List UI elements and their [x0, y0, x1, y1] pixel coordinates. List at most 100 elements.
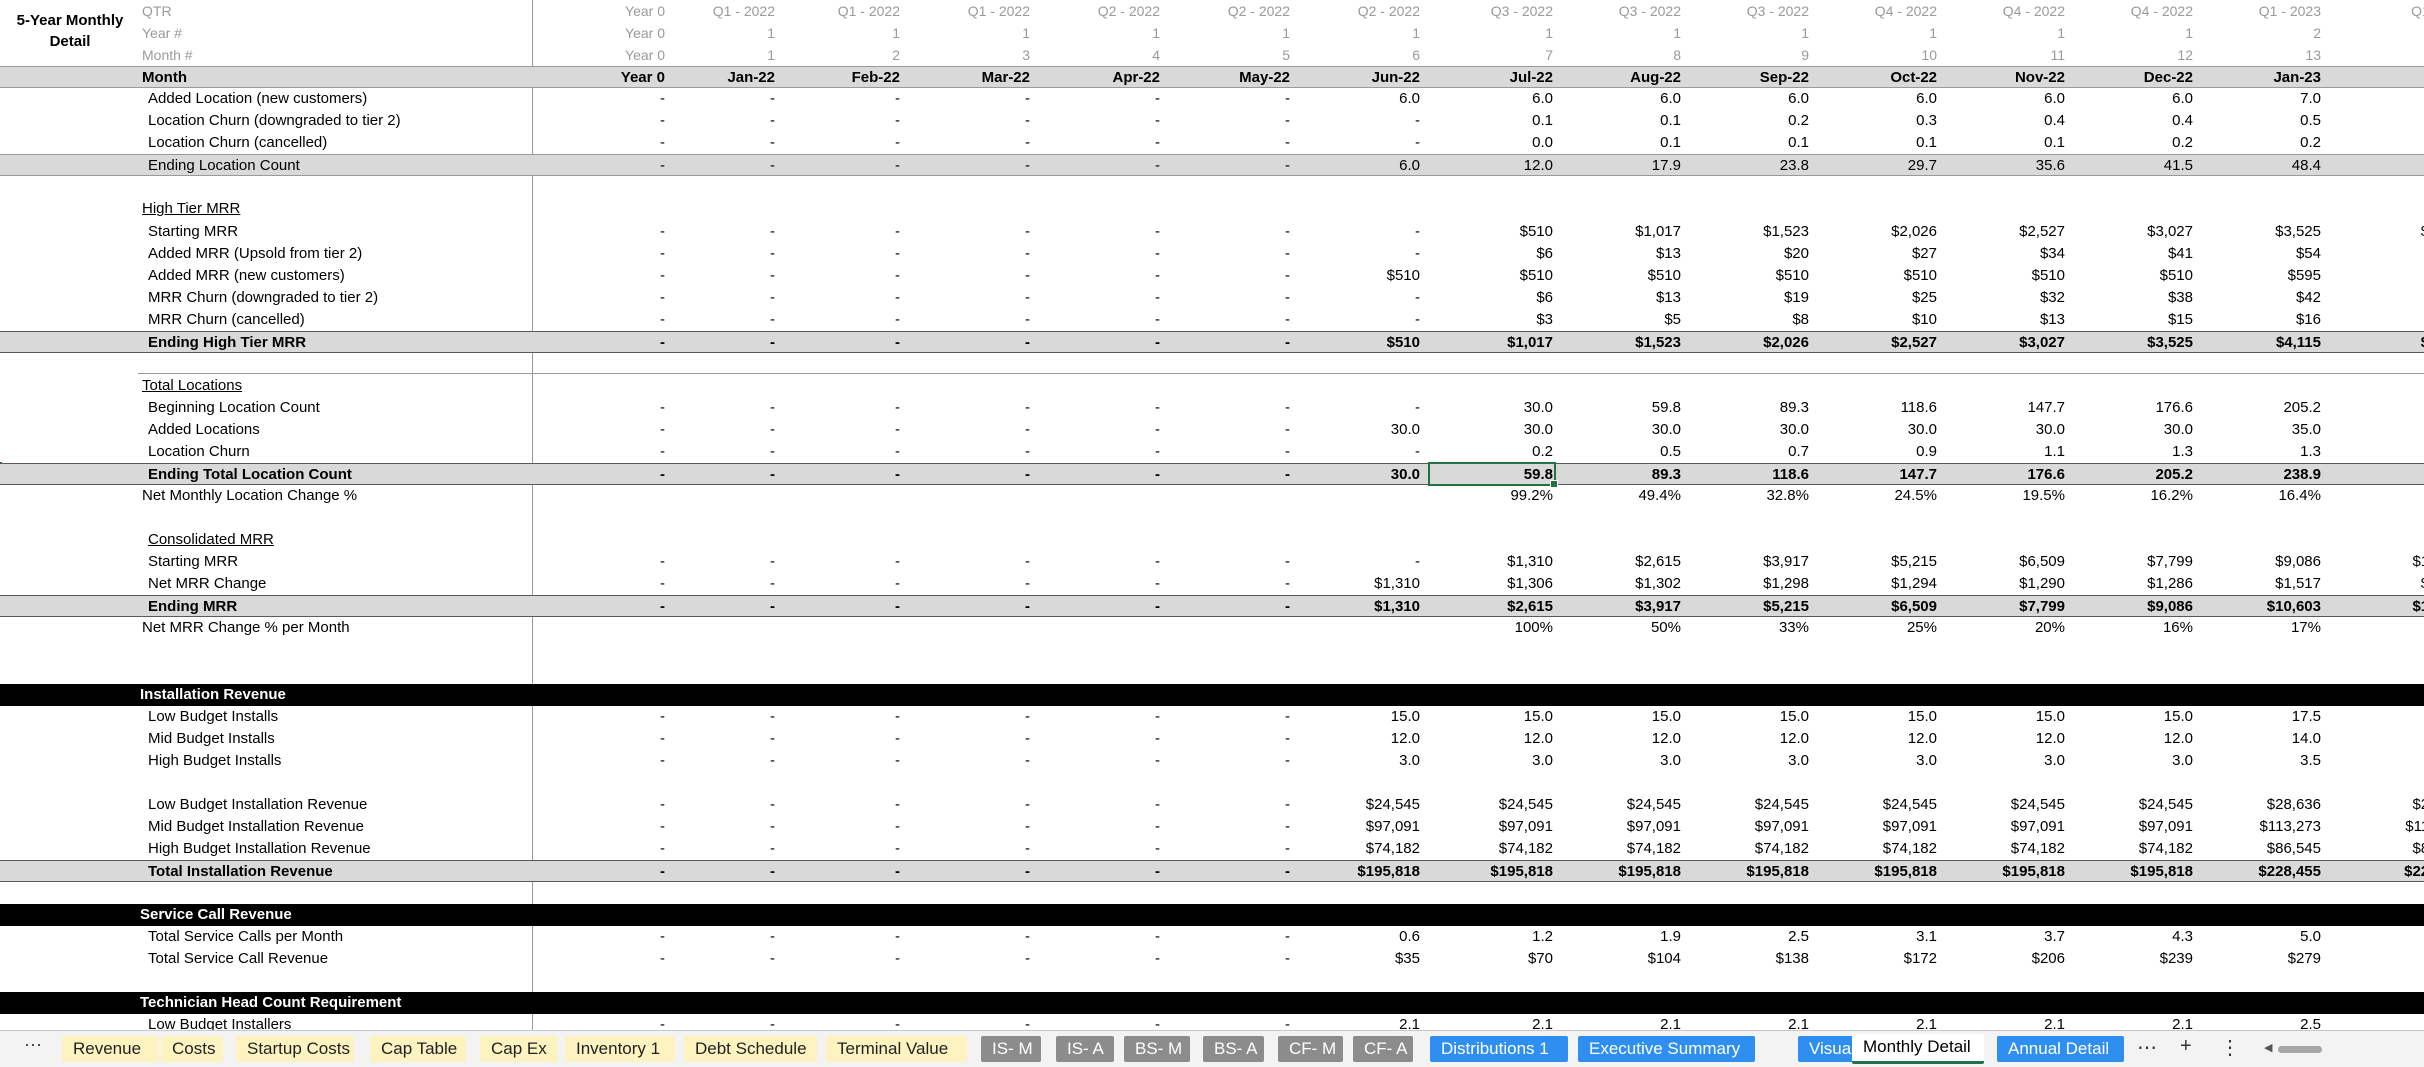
- cell-value[interactable]: Q2 - 2022: [1050, 0, 1160, 22]
- cell-value[interactable]: -: [790, 464, 900, 486]
- cell-value[interactable]: $: [2340, 287, 2424, 309]
- cell-value[interactable]: 5: [2340, 155, 2424, 177]
- cell-value[interactable]: -: [790, 1014, 900, 1030]
- table-row[interactable]: Net MRR Change - - - - - - $1,310 $1,306 $1,302 $1…: [0, 573, 2424, 595]
- cell-value[interactable]: -: [665, 861, 775, 883]
- cell-value[interactable]: 19.5%: [1955, 485, 2065, 507]
- cell-value[interactable]: $2,026: [1827, 221, 1937, 243]
- cell-value[interactable]: -: [665, 750, 775, 772]
- cell-value[interactable]: 176.6: [1955, 464, 2065, 486]
- cell-value[interactable]: -: [790, 838, 900, 860]
- cell-value[interactable]: 30.0: [1827, 419, 1937, 441]
- cell-value[interactable]: -: [1180, 332, 1290, 354]
- cell-value[interactable]: -: [555, 243, 665, 265]
- cell-value[interactable]: -: [1050, 948, 1160, 970]
- cell-value[interactable]: -: [1050, 397, 1160, 419]
- cell-value[interactable]: $25: [1827, 287, 1937, 309]
- table-row[interactable]: Beginning Location Count - - - - - - -30.0 59.8 8…: [0, 397, 2424, 419]
- cell-value[interactable]: -: [1180, 816, 1290, 838]
- cell-value[interactable]: $34: [1955, 243, 2065, 265]
- cell-value[interactable]: -: [1310, 551, 1420, 573]
- cell-value[interactable]: Apr-22: [1050, 67, 1160, 89]
- table-row[interactable]: [0, 639, 2424, 661]
- sheet-tab-terminal-value[interactable]: Terminal Value: [826, 1036, 967, 1062]
- cell-value[interactable]: $3,525: [2211, 221, 2321, 243]
- cell-value[interactable]: -: [920, 706, 1030, 728]
- cell-value[interactable]: -: [1310, 397, 1420, 419]
- sheet-tab-revenue[interactable]: Revenue: [62, 1036, 159, 1062]
- cell-value[interactable]: Dec-22: [2083, 67, 2193, 89]
- cell-value[interactable]: -: [1050, 926, 1160, 948]
- cell-value[interactable]: -: [920, 132, 1030, 154]
- cell-value[interactable]: $8: [1699, 309, 1809, 331]
- cell-value[interactable]: 23.8: [1699, 155, 1809, 177]
- cell-value[interactable]: $74,182: [1827, 838, 1937, 860]
- sheet-tab-cap-ex[interactable]: Cap Ex: [480, 1036, 558, 1062]
- cell-value[interactable]: -: [1310, 132, 1420, 154]
- cell-value[interactable]: Q1 - 2022: [790, 0, 900, 22]
- cell-value[interactable]: 15.0: [1571, 706, 1681, 728]
- cell-value[interactable]: 15.0: [1955, 706, 2065, 728]
- cell-value[interactable]: 1: [1310, 22, 1420, 44]
- sheet-tab-annual-detail[interactable]: Annual Detail: [1997, 1036, 2124, 1062]
- cell-value[interactable]: 17.5: [2211, 706, 2321, 728]
- cell-value[interactable]: -: [1050, 332, 1160, 354]
- cell-value[interactable]: $510: [1699, 265, 1809, 287]
- table-row[interactable]: Mid Budget Installs - - - - - -12.0 12.0 12.0 12.…: [0, 728, 2424, 750]
- cell-value[interactable]: -: [555, 265, 665, 287]
- cell-value[interactable]: -: [555, 794, 665, 816]
- cell-value[interactable]: 5: [1180, 44, 1290, 66]
- cell-value[interactable]: $24,545: [1827, 794, 1937, 816]
- cell-value[interactable]: 0.9: [1827, 441, 1937, 463]
- cell-value[interactable]: -: [920, 309, 1030, 331]
- cell-value[interactable]: 2.5: [2211, 1014, 2321, 1030]
- cell-value[interactable]: -: [665, 221, 775, 243]
- cell-value[interactable]: 6.0: [1310, 155, 1420, 177]
- cell-value[interactable]: $7,799: [1955, 596, 2065, 618]
- cell-value[interactable]: -: [1180, 243, 1290, 265]
- cell-value[interactable]: -: [1310, 110, 1420, 132]
- cell-value[interactable]: -: [790, 221, 900, 243]
- cell-value[interactable]: -: [1050, 155, 1160, 177]
- cell-value[interactable]: 0.5: [2211, 110, 2321, 132]
- cell-value[interactable]: 6.0: [1955, 88, 2065, 110]
- cell-value[interactable]: $1,310: [1443, 551, 1553, 573]
- cell-value[interactable]: $74,182: [1310, 838, 1420, 860]
- cell-value[interactable]: $6,509: [1827, 596, 1937, 618]
- cell-value[interactable]: $3: [2340, 948, 2424, 970]
- cell-value[interactable]: $2,527: [1955, 221, 2065, 243]
- cell-value[interactable]: 238.9: [2211, 464, 2321, 486]
- cell-value[interactable]: $1,290: [1955, 573, 2065, 595]
- cell-value[interactable]: -: [665, 332, 775, 354]
- header-row[interactable]: Year # Year 01111111111112: [0, 22, 2424, 44]
- cell-value[interactable]: $4,1: [2340, 221, 2424, 243]
- cell-value[interactable]: $41: [2083, 243, 2193, 265]
- cell-value[interactable]: -: [1050, 1014, 1160, 1030]
- cell-value[interactable]: Aug-22: [1571, 67, 1681, 89]
- cell-value[interactable]: 205.2: [2211, 397, 2321, 419]
- cell-value[interactable]: 7: [1443, 44, 1553, 66]
- cell-value[interactable]: $74,182: [1571, 838, 1681, 860]
- cell-value[interactable]: 30.0: [1699, 419, 1809, 441]
- cell-value[interactable]: 3: [2340, 419, 2424, 441]
- table-row[interactable]: High Tier MRR: [0, 198, 2424, 220]
- cell-value[interactable]: Year 0: [555, 22, 665, 44]
- cell-value[interactable]: 89.3: [1699, 397, 1809, 419]
- cell-value[interactable]: 1: [790, 22, 900, 44]
- cell-value[interactable]: Oct-22: [1827, 67, 1937, 89]
- cell-value[interactable]: 1: [2340, 728, 2424, 750]
- cell-value[interactable]: -: [1180, 309, 1290, 331]
- table-row[interactable]: Net MRR Change % per Month 100% 50% 33% 25% 2…: [0, 617, 2424, 639]
- cell-value[interactable]: -: [665, 287, 775, 309]
- cell-value[interactable]: 6.0: [1310, 88, 1420, 110]
- cell-value[interactable]: 6.0: [2083, 88, 2193, 110]
- table-row[interactable]: Total Service Calls per Month - - - - - -0.6 1.…: [0, 926, 2424, 948]
- cell-value[interactable]: -: [1180, 287, 1290, 309]
- cell-value[interactable]: $97,091: [1310, 816, 1420, 838]
- cell-value[interactable]: -: [920, 332, 1030, 354]
- sheet-tab-monthly-detail[interactable]: Monthly Detail: [1852, 1034, 1984, 1064]
- cell-value[interactable]: 4.3: [2083, 926, 2193, 948]
- cell-value[interactable]: 0.6: [1310, 926, 1420, 948]
- cell-value[interactable]: $595: [2211, 265, 2321, 287]
- cell-value[interactable]: -: [920, 265, 1030, 287]
